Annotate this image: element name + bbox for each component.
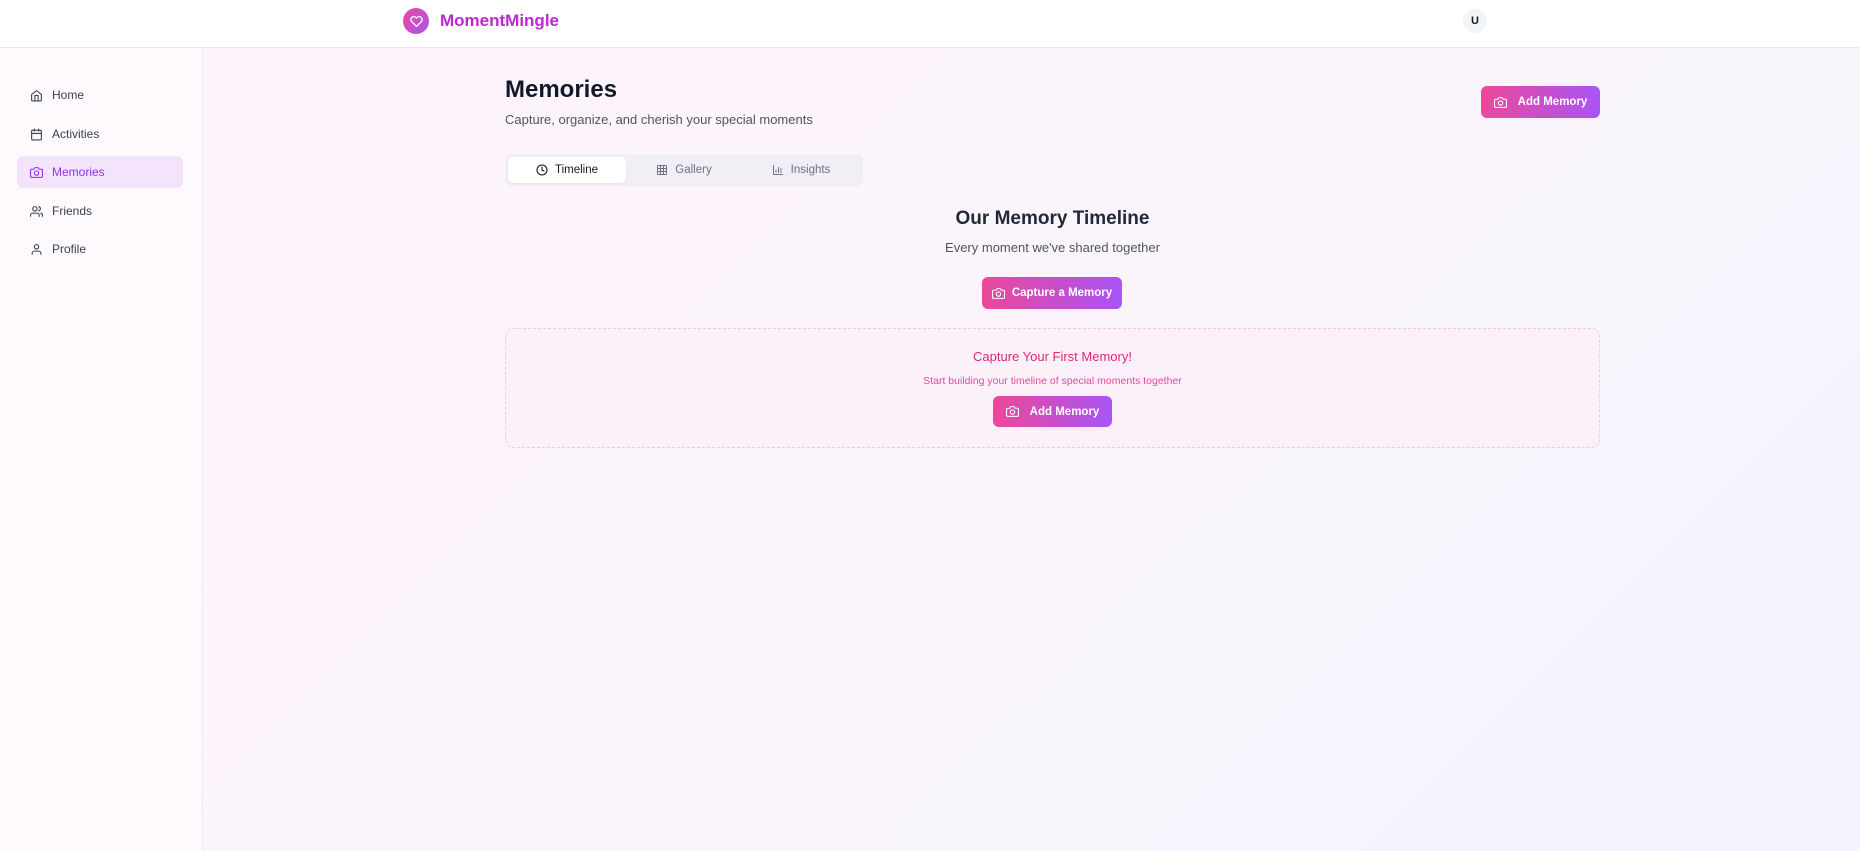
empty-state-subtitle: Start building your timeline of special … [923, 375, 1182, 387]
capture-memory-button[interactable]: Capture a Memory [982, 277, 1122, 309]
empty-state-add-memory-button[interactable]: Add Memory [993, 396, 1112, 427]
users-icon [29, 204, 43, 218]
avatar[interactable]: U [1463, 9, 1487, 33]
camera-icon [1005, 405, 1019, 418]
camera-icon [991, 287, 1005, 300]
sidebar-item-home[interactable]: Home [17, 79, 183, 111]
user-icon [29, 242, 43, 256]
tab-label: Gallery [675, 164, 712, 176]
sidebar: Home Activities Memories Friends Profile [0, 48, 203, 851]
empty-state-button-label: Add Memory [1029, 405, 1100, 418]
sidebar-item-label: Profile [52, 242, 87, 256]
sidebar-item-friends[interactable]: Friends [17, 195, 183, 227]
grid-icon [656, 164, 668, 176]
sidebar-item-label: Friends [52, 204, 93, 218]
sidebar-item-label: Home [52, 88, 85, 102]
page-subtitle: Capture, organize, and cherish your spec… [505, 112, 813, 127]
camera-icon [1493, 96, 1507, 109]
add-memory-label: Add Memory [1517, 96, 1588, 108]
sidebar-item-label: Activities [52, 127, 100, 141]
top-bar: MomentMingle U [0, 0, 1860, 48]
calendar-icon [29, 127, 43, 141]
sidebar-item-profile[interactable]: Profile [17, 233, 183, 265]
clock-icon [536, 164, 548, 176]
brand[interactable]: MomentMingle [403, 8, 559, 34]
view-tabs: Timeline Gallery Insights [505, 154, 863, 186]
empty-state-title: Capture Your First Memory! [973, 349, 1132, 364]
timeline-subtitle: Every moment we've shared together [945, 240, 1160, 255]
capture-memory-label: Capture a Memory [1011, 287, 1113, 299]
timeline-title: Our Memory Timeline [955, 208, 1150, 229]
sidebar-item-memories[interactable]: Memories [17, 156, 183, 188]
tab-label: Insights [790, 164, 831, 176]
home-icon [29, 88, 43, 102]
sidebar-item-activities[interactable]: Activities [17, 118, 183, 150]
page-title: Memories [505, 76, 618, 103]
empty-state-card [505, 328, 1600, 448]
tab-timeline[interactable]: Timeline [508, 157, 626, 183]
add-memory-button[interactable]: Add Memory [1481, 86, 1600, 118]
camera-icon [29, 165, 43, 179]
heart-logo-icon [403, 8, 429, 34]
brand-name: MomentMingle [440, 11, 559, 30]
tab-insights[interactable]: Insights [742, 157, 860, 183]
tab-gallery[interactable]: Gallery [625, 157, 743, 183]
tab-label: Timeline [554, 164, 599, 176]
sidebar-item-label: Memories [52, 165, 105, 179]
bar-chart-icon [772, 164, 784, 176]
